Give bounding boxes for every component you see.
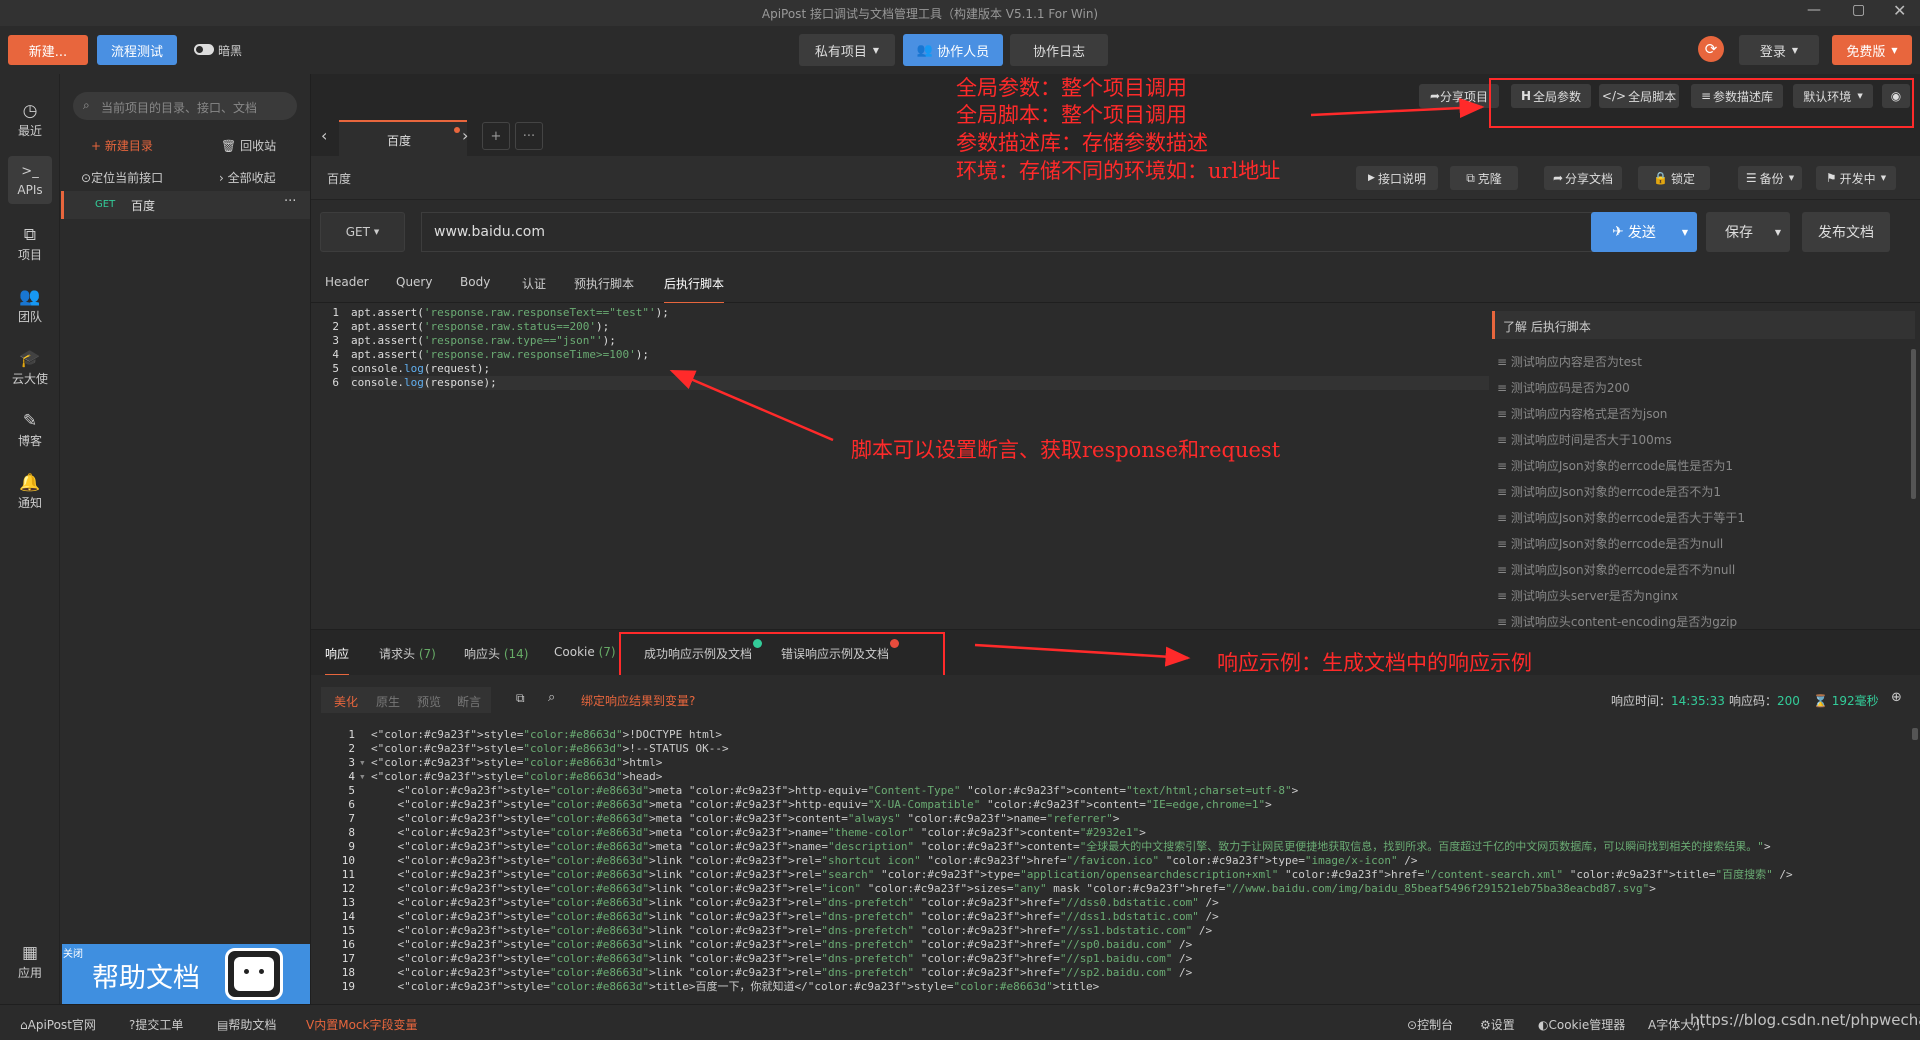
annotation-arrows <box>669 98 1485 667</box>
arrow-middle <box>669 369 834 442</box>
arrow-top <box>1310 98 1485 119</box>
arrow-bottom <box>974 643 1191 667</box>
